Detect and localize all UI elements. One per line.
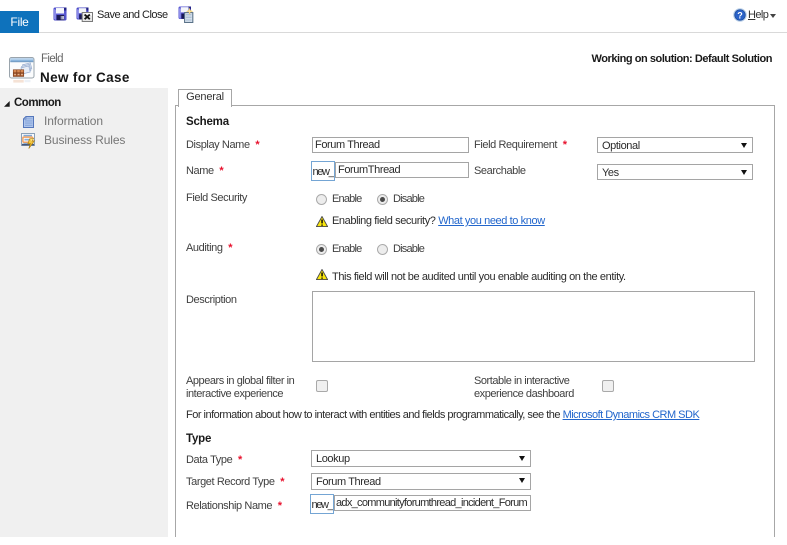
svg-text:?: ? [737, 10, 743, 20]
